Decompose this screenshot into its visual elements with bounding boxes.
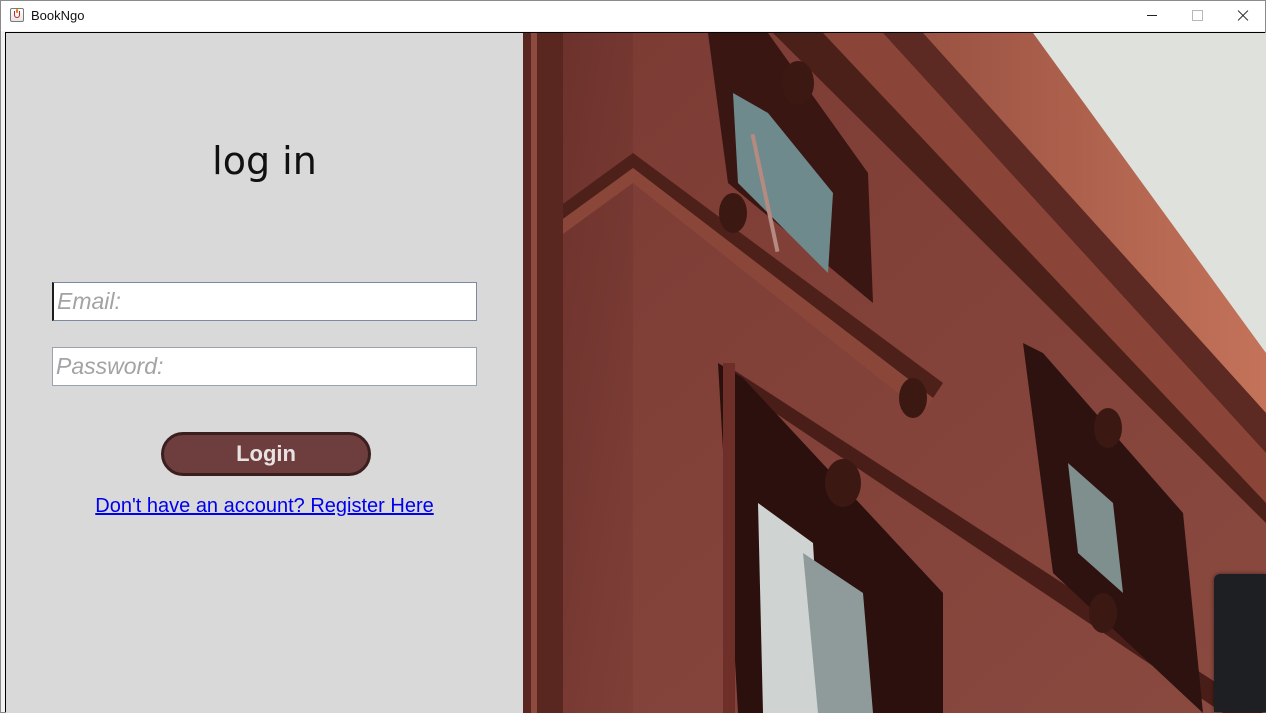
- content-area: log in Login Don't have an account? Regi…: [5, 32, 1266, 713]
- email-field[interactable]: [52, 282, 477, 321]
- maximize-button[interactable]: [1174, 1, 1220, 31]
- window-title: BookNgo: [31, 8, 85, 23]
- building-facade-photo: [523, 33, 1266, 713]
- login-panel: log in Login Don't have an account? Regi…: [6, 33, 523, 713]
- login-button[interactable]: Login: [161, 432, 371, 476]
- close-button[interactable]: [1220, 1, 1266, 31]
- minimize-button[interactable]: [1129, 1, 1175, 31]
- building-facade-image: [523, 33, 1266, 713]
- java-cup-icon: [10, 8, 24, 22]
- app-window: BookNgo log in Login Don't have an accou…: [0, 0, 1266, 713]
- page-title: log in: [212, 139, 317, 183]
- register-link[interactable]: Don't have an account? Register Here: [6, 495, 523, 518]
- title-bar[interactable]: BookNgo: [1, 1, 1265, 31]
- window-thumbnail-preview[interactable]: [1214, 574, 1266, 712]
- password-field[interactable]: [52, 347, 477, 386]
